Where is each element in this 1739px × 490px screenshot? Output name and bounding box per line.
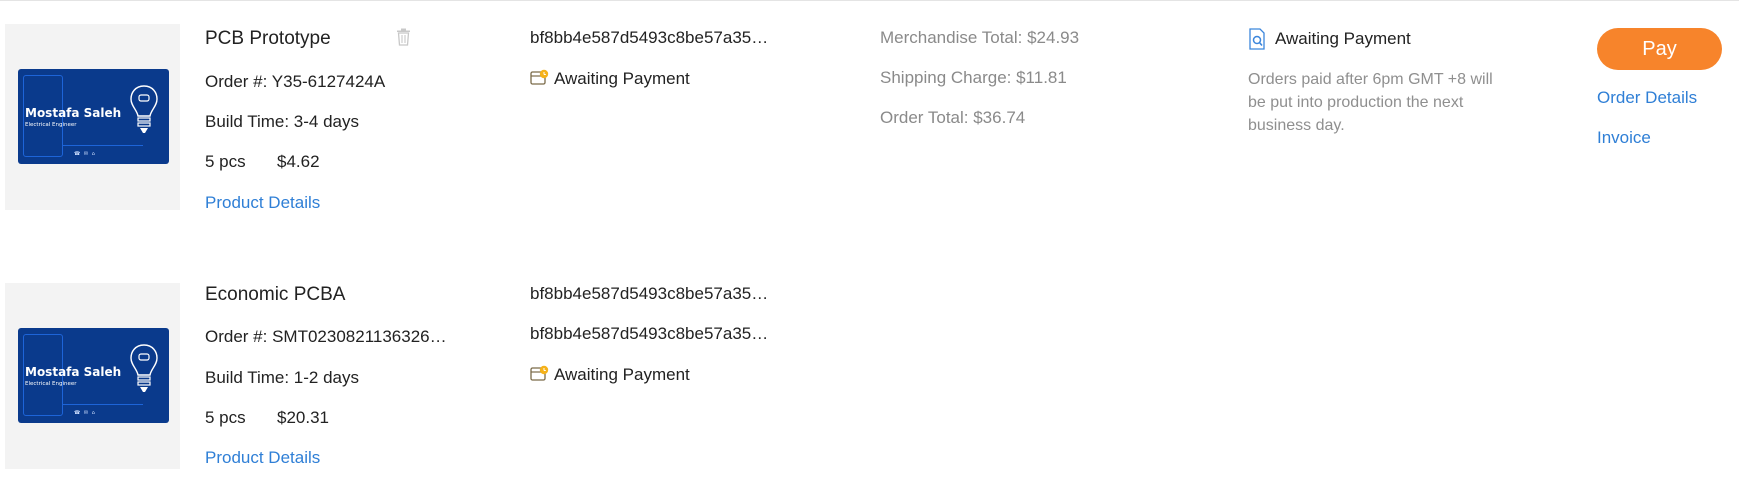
order-total: Order Total: $36.74 bbox=[880, 108, 1026, 127]
shipping-charge: Shipping Charge: $11.81 bbox=[880, 68, 1067, 87]
product-details-link[interactable]: Product Details bbox=[205, 193, 320, 213]
merchandise-total: Merchandise Total: $24.93 bbox=[880, 28, 1080, 47]
payment-pending-icon bbox=[530, 365, 549, 387]
file-hash: bf8bb4e587d5493c8be57a35… bbox=[530, 28, 769, 47]
business-card-image: Mostafa Saleh Electrical Engineer ☎ ✉ ⌂ bbox=[18, 328, 169, 423]
order-number: Order #: SMT0230821136326… bbox=[205, 327, 447, 346]
product-thumbnail[interactable]: Mostafa Saleh Electrical Engineer ☎ ✉ ⌂ bbox=[5, 283, 180, 469]
build-time: Build Time: 1-2 days bbox=[205, 368, 360, 387]
card-name-text: Mostafa Saleh bbox=[25, 365, 122, 379]
document-search-icon bbox=[1249, 28, 1266, 55]
card-name-text: Mostafa Saleh bbox=[25, 106, 122, 120]
quantity: 5 pcs bbox=[205, 408, 246, 427]
product-thumbnail[interactable]: Mostafa Saleh Electrical Engineer ☎ ✉ ⌂ bbox=[5, 24, 180, 210]
product-details-link[interactable]: Product Details bbox=[205, 448, 320, 468]
file-hash: bf8bb4e587d5493c8be57a35… bbox=[530, 284, 769, 303]
card-subtitle-text: Electrical Engineer bbox=[25, 122, 77, 128]
payment-pending-icon bbox=[530, 69, 549, 91]
pay-button[interactable]: Pay bbox=[1597, 28, 1722, 70]
quantity: 5 pcs bbox=[205, 152, 246, 171]
file-status: Awaiting Payment bbox=[554, 69, 690, 88]
business-card-image: Mostafa Saleh Electrical Engineer ☎ ✉ ⌂ bbox=[18, 69, 169, 164]
invoice-link[interactable]: Invoice bbox=[1597, 128, 1651, 148]
unit-price: $4.62 bbox=[277, 152, 320, 171]
order-number: Order #: Y35-6127424A bbox=[205, 72, 386, 91]
status-note: Orders paid after 6pm GMT +8 will be put… bbox=[1248, 71, 1493, 134]
lightbulb-icon bbox=[130, 85, 158, 133]
card-subtitle-text: Electrical Engineer bbox=[25, 381, 77, 387]
top-divider bbox=[0, 0, 1739, 1]
lightbulb-icon bbox=[130, 344, 158, 392]
file-hash: bf8bb4e587d5493c8be57a35… bbox=[530, 324, 769, 343]
trash-icon[interactable] bbox=[396, 28, 411, 51]
build-time: Build Time: 3-4 days bbox=[205, 112, 360, 131]
order-status: Awaiting Payment bbox=[1275, 29, 1411, 48]
unit-price: $20.31 bbox=[277, 408, 329, 427]
order-details-link[interactable]: Order Details bbox=[1597, 88, 1697, 108]
product-title: PCB Prototype bbox=[205, 28, 331, 49]
file-status: Awaiting Payment bbox=[554, 365, 690, 384]
product-title: Economic PCBA bbox=[205, 284, 346, 305]
